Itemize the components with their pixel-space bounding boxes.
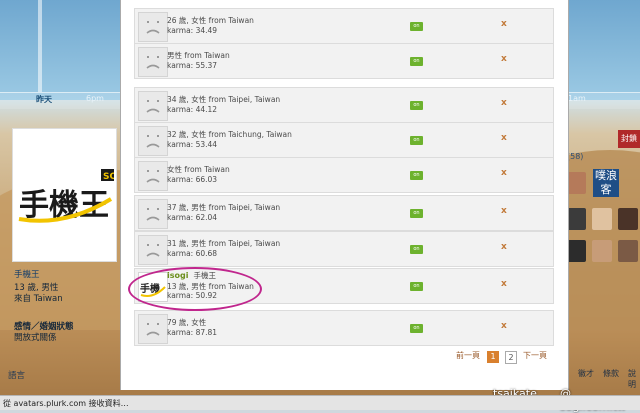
friend-info: 32 歲, 女性 from Taichung, Taiwan (167, 130, 292, 139)
profile-location: 來自 Taiwan (14, 294, 63, 304)
remove-friend-icon[interactable]: x (501, 206, 507, 216)
friend-row[interactable]: 79 歲, 女性 karma: 87.81 on x (134, 310, 554, 346)
notify-on-toggle[interactable]: on (410, 22, 423, 31)
remove-friend-icon[interactable]: x (501, 19, 507, 29)
notify-on-toggle[interactable]: on (410, 57, 423, 66)
friend-row[interactable]: 男性 from Taiwan karma: 55.37 on x (134, 43, 554, 79)
language-selector[interactable]: 語言 (8, 369, 25, 381)
friend-row[interactable]: 34 歲, 女性 from Taipei, Taiwan karma: 44.12… (134, 87, 554, 123)
friend-avatar[interactable] (138, 126, 168, 156)
remove-friend-icon[interactable]: x (501, 133, 507, 143)
friend-karma: karma: 87.81 (167, 328, 218, 337)
remove-friend-icon[interactable]: x (501, 54, 507, 64)
friend-info: 79 歲, 女性 (167, 318, 207, 327)
friend-karma: karma: 60.68 (167, 249, 218, 258)
notify-on-toggle[interactable]: on (410, 136, 423, 145)
remove-friend-icon[interactable]: x (501, 168, 507, 178)
friend-row[interactable]: 女性 from Taiwan karma: 66.03 on x (134, 157, 554, 193)
friend-row[interactable]: 31 歲, 男性 from Taipei, Taiwan karma: 60.68… (134, 231, 554, 267)
footer-link-jobs[interactable]: 徽才 (578, 368, 594, 379)
fans-count[interactable]: (58) (567, 152, 583, 161)
friend-karma: karma: 62.04 (167, 213, 218, 222)
fan-avatar[interactable] (618, 208, 638, 230)
friend-info: 37 歲, 男性 from Taipei, Taiwan (167, 203, 281, 212)
timeline-label-6pm: 6pm (86, 94, 104, 103)
friend-avatar[interactable] (138, 199, 168, 229)
prev-page-link[interactable]: 前一頁 (456, 350, 480, 361)
notify-on-toggle[interactable]: on (410, 245, 423, 254)
remove-friend-icon[interactable]: x (501, 98, 507, 108)
friend-info: 男性 from Taiwan (167, 51, 230, 60)
friend-avatar[interactable] (138, 314, 168, 344)
fan-avatar[interactable] (566, 240, 586, 262)
friend-karma: karma: 53.44 (167, 140, 218, 149)
browser-status-bar: 從 avatars.plurk.com 接收資料… (0, 395, 640, 410)
friend-avatar[interactable] (138, 47, 168, 77)
friend-avatar[interactable] (138, 161, 168, 191)
profile-relationship-value: 開放式關係 (14, 333, 57, 343)
remove-friend-icon[interactable]: x (501, 242, 507, 252)
fan-avatar[interactable] (592, 208, 612, 230)
timeline-current-marker (38, 0, 42, 92)
svg-text:SO: SO (103, 172, 114, 182)
fan-avatar[interactable] (566, 172, 586, 194)
sogi-logo-icon: SO 手機王 (18, 169, 114, 223)
block-button[interactable]: 封鎖 (618, 130, 640, 148)
friend-info: 34 歲, 女性 from Taipei, Taiwan (167, 95, 281, 104)
timeline-label-1am: 1am (568, 94, 586, 103)
notify-on-toggle[interactable]: on (410, 171, 423, 180)
plurk-badge[interactable]: 噗浪客 (593, 169, 619, 197)
highlight-circle (128, 267, 262, 311)
fan-avatar[interactable] (566, 208, 586, 230)
friend-info: 26 歲, 女性 from Taiwan (167, 16, 254, 25)
fan-avatar[interactable] (618, 240, 638, 262)
page-2-button[interactable]: 2 (505, 351, 517, 364)
footer-link-terms[interactable]: 條款 (603, 368, 619, 379)
fan-avatar[interactable] (592, 240, 612, 262)
page-1-button[interactable]: 1 (487, 351, 499, 363)
friend-row[interactable]: 37 歲, 男性 from Taipei, Taiwan karma: 62.04… (134, 195, 554, 231)
remove-friend-icon[interactable]: x (501, 321, 507, 331)
friend-avatar[interactable] (138, 91, 168, 121)
friend-avatar[interactable] (138, 235, 168, 265)
profile-name[interactable]: 手機王 (14, 268, 40, 280)
friend-karma: karma: 55.37 (167, 61, 218, 70)
friend-karma: karma: 44.12 (167, 105, 218, 114)
notify-on-toggle[interactable]: on (410, 209, 423, 218)
profile-avatar-card[interactable]: SO 手機王 (12, 128, 117, 262)
friend-info: 31 歲, 男性 from Taipei, Taiwan (167, 239, 281, 248)
friend-row[interactable]: 26 歲, 女性 from Taiwan karma: 34.49 on x (134, 8, 554, 44)
friends-list-dialog: 26 歲, 女性 from Taiwan karma: 34.49 on x 男性 fr… (120, 0, 569, 390)
timeline-label-yesterday: 昨天 (36, 95, 52, 104)
status-text: 從 avatars.plurk.com 接收資料… (3, 399, 129, 408)
notify-on-toggle[interactable]: on (410, 282, 423, 291)
remove-friend-icon[interactable]: x (501, 279, 507, 289)
next-page-link[interactable]: 下一頁 (523, 350, 547, 361)
friend-avatar[interactable] (138, 12, 168, 42)
friend-row[interactable]: 32 歲, 女性 from Taichung, Taiwan karma: 53.… (134, 122, 554, 158)
notify-on-toggle[interactable]: on (410, 101, 423, 110)
friend-karma: karma: 34.49 (167, 26, 218, 35)
notify-on-toggle[interactable]: on (410, 324, 423, 333)
friend-karma: karma: 66.03 (167, 175, 218, 184)
friend-info: 女性 from Taiwan (167, 165, 230, 174)
